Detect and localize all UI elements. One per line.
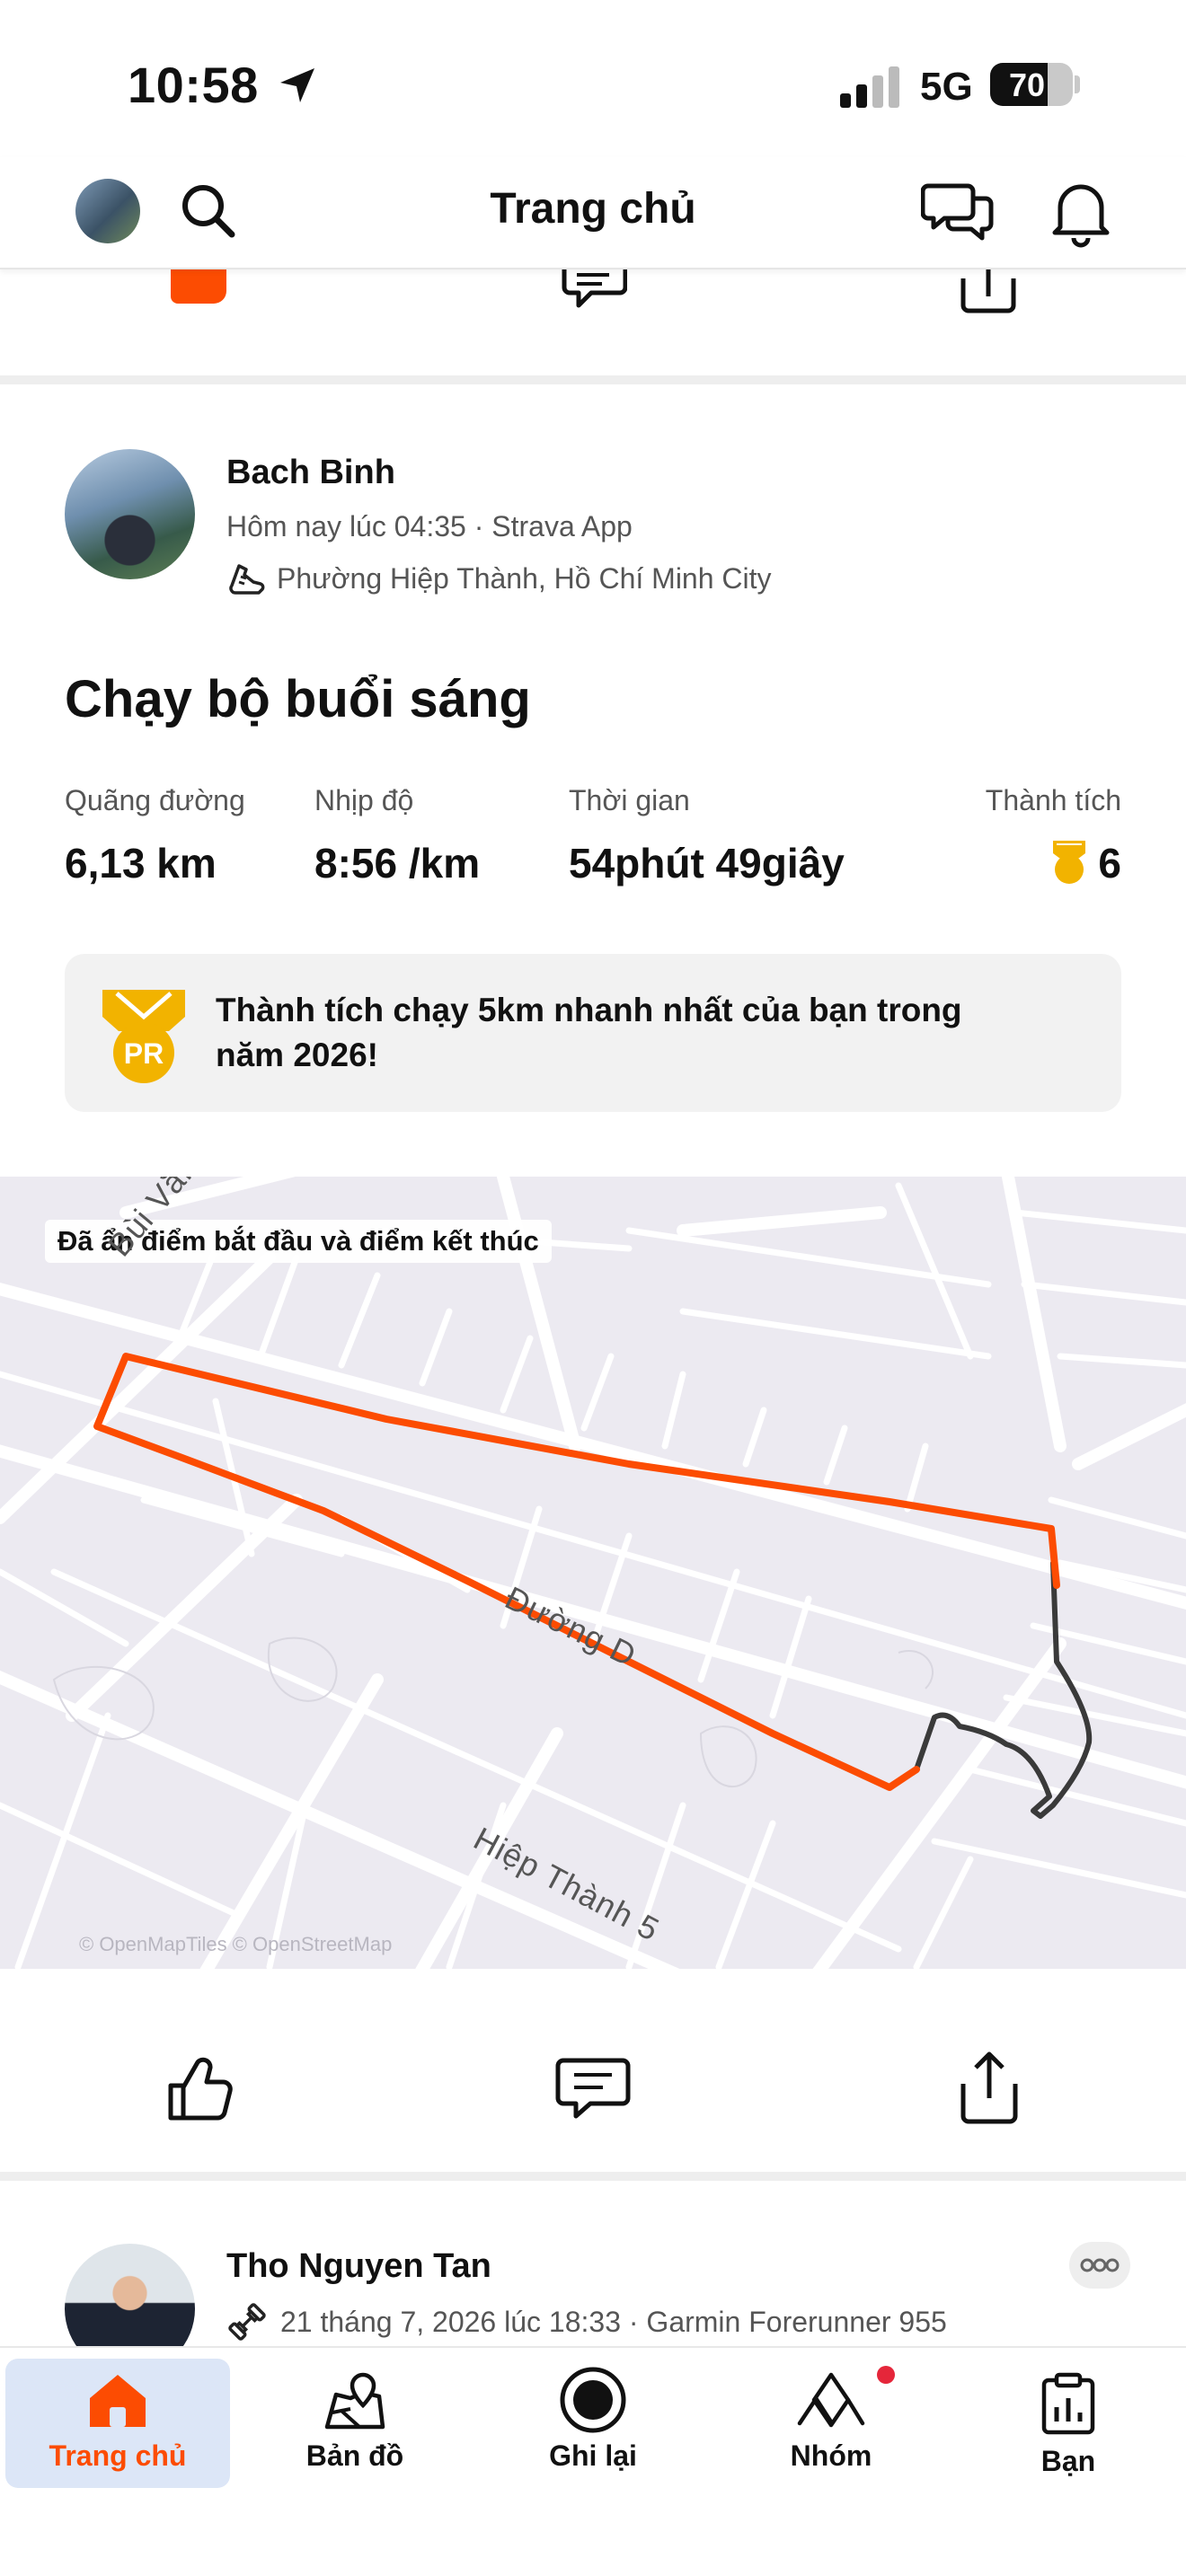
stat-value-row: 6	[952, 839, 1121, 887]
battery-icon: 70	[990, 63, 1073, 106]
profile-avatar[interactable]	[75, 179, 140, 243]
stat-time: Thời gian 54phút 49giây	[569, 784, 845, 887]
network-type: 5G	[920, 65, 973, 109]
activity-location: Phường Hiệp Thành, Hồ Chí Minh City	[226, 559, 772, 598]
tab-label: Ghi lại	[549, 2439, 637, 2472]
tab-groups[interactable]: Nhóm	[719, 2359, 943, 2488]
share-icon[interactable]	[949, 2048, 1030, 2129]
stat-label: Thời gian	[569, 784, 690, 816]
tab-record[interactable]: Ghi lại	[481, 2359, 705, 2488]
stat-distance: Quãng đường 6,13 km	[65, 784, 245, 887]
tab-maps[interactable]: Bản đồ	[243, 2359, 467, 2488]
location-text: Phường Hiệp Thành, Hồ Chí Minh City	[277, 561, 772, 595]
notification-bell-icon[interactable]	[1042, 173, 1120, 251]
activity-title[interactable]: Chạy bộ buổi sáng	[65, 669, 531, 729]
strength-dumbbell-icon	[228, 2303, 266, 2341]
more-dots-icon	[1080, 2258, 1120, 2272]
battery-tip	[1075, 75, 1080, 93]
activity-map[interactable]: Đã ẩn điểm bắt đầu và điểm kết thúc Bùi …	[0, 1177, 1186, 1969]
previous-card-actions	[0, 269, 1186, 375]
feed-divider	[0, 2172, 1186, 2181]
next-activity-meta: 21 tháng 7, 2026 lúc 18:33 · Garmin Fore…	[226, 2301, 947, 2342]
battery-level: 70	[1008, 66, 1046, 103]
stat-achievements[interactable]: Thành tích 6	[952, 784, 1121, 887]
tab-label: Bạn	[1040, 2445, 1096, 2477]
tab-home[interactable]: Trang chủ	[5, 2359, 230, 2488]
feed-divider	[0, 375, 1186, 384]
activity-actions	[0, 1969, 1186, 2175]
chat-icon[interactable]	[921, 173, 998, 251]
signal-icon	[840, 65, 903, 108]
groups-icon	[797, 2372, 865, 2428]
achievement-count: 6	[1098, 840, 1121, 887]
kudos-filled-icon[interactable]	[167, 269, 230, 309]
stat-value: 8:56 /km	[314, 840, 481, 887]
pr-medal-icon: PR	[102, 990, 185, 1083]
athlete-avatar[interactable]	[65, 449, 195, 579]
activity-timestamp: Hôm nay lúc 04:35 · Strava App	[226, 510, 633, 543]
map-canvas	[0, 1177, 1186, 1969]
stat-label: Quãng đường	[65, 784, 245, 816]
tab-label: Trang chủ	[49, 2439, 187, 2472]
map-attribution: © OpenMapTiles © OpenStreetMap	[79, 1933, 393, 1955]
stat-label: Nhịp độ	[314, 784, 414, 816]
home-icon	[90, 2375, 146, 2427]
next-athlete-name[interactable]: Tho Nguyen Tan	[226, 2247, 491, 2286]
page-title: Trang chủ	[490, 185, 696, 233]
tab-label: Nhóm	[790, 2439, 872, 2472]
run-shoe-icon	[229, 564, 265, 595]
pr-message: Thành tích chạy 5km nhanh nhất của bạn t…	[216, 992, 962, 1073]
location-arrow-icon	[280, 68, 314, 102]
route-line	[93, 1353, 1060, 1791]
top-app-bar: Trang chủ	[0, 157, 1186, 269]
stat-value: 6,13 km	[65, 840, 217, 887]
bottom-navigation: Trang chủ Bản đồ Ghi lại Nhóm Bạn	[0, 2346, 1186, 2576]
tab-label: Bản đồ	[305, 2439, 404, 2472]
stat-label: Thành tích	[985, 784, 1121, 816]
achievement-medal-icon	[1053, 841, 1086, 884]
comment-icon[interactable]	[559, 269, 627, 314]
record-icon	[560, 2367, 626, 2433]
pr-badge-text: PR	[124, 1037, 164, 1070]
you-clipboard-icon	[1041, 2372, 1095, 2435]
search-icon[interactable]	[173, 175, 244, 247]
status-time: 10:58	[128, 57, 259, 113]
comment-icon[interactable]	[553, 2048, 633, 2129]
kudos-thumbs-up-icon[interactable]	[158, 2048, 239, 2129]
pr-banner[interactable]: PR Thành tích chạy 5km nhanh nhất của bạ…	[65, 954, 1121, 1112]
stat-value: 54phút 49giây	[569, 840, 845, 887]
stat-pace: Nhịp độ 8:56 /km	[314, 784, 480, 887]
next-activity-timestamp: 21 tháng 7, 2026 lúc 18:33 · Garmin Fore…	[280, 2305, 947, 2338]
more-options-button[interactable]	[1069, 2242, 1130, 2289]
tab-you[interactable]: Bạn	[956, 2359, 1181, 2488]
groups-notification-dot	[877, 2366, 895, 2384]
status-bar: 10:58 5G 70	[0, 0, 1186, 157]
map-icon	[324, 2372, 385, 2430]
athlete-name[interactable]: Bach Binh	[226, 454, 395, 492]
share-icon[interactable]	[958, 269, 1019, 314]
